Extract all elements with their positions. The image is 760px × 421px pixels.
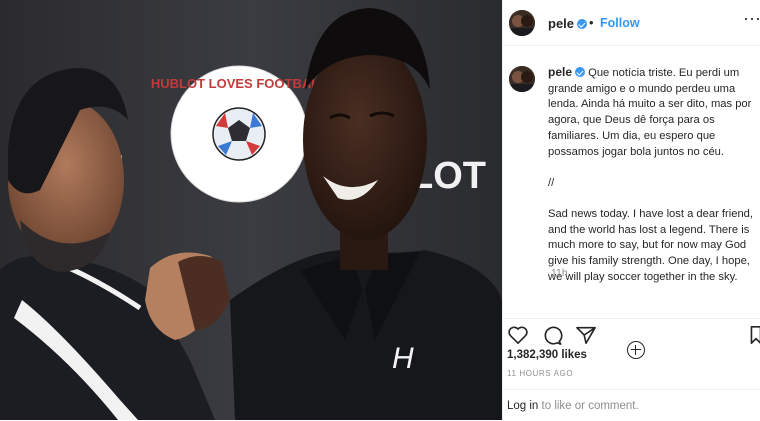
avatar[interactable]: [509, 10, 535, 36]
avatar-image: [509, 10, 535, 36]
banner-logo-text: HUBLOT LOVES FOOTBALL: [151, 76, 327, 91]
likes-count[interactable]: 1,382,390 likes: [507, 349, 587, 361]
login-prompt: Log in to like or comment.: [503, 389, 760, 421]
caption-portuguese: Que notícia triste. Eu perdi um grande a…: [548, 67, 755, 158]
comment-icon[interactable]: [541, 325, 563, 345]
share-icon[interactable]: [575, 325, 597, 345]
caption-separator: //: [548, 177, 555, 190]
post-photo[interactable]: HUBLOT LOVES FOOTBALL LOT T H: [0, 0, 502, 420]
photo-illustration: HUBLOT LOVES FOOTBALL LOT T H: [0, 0, 502, 420]
caption-avatar-image: [509, 66, 535, 92]
verified-badge-icon: [577, 19, 588, 29]
save-bookmark-icon[interactable]: [749, 325, 760, 345]
separator-dot: •: [589, 15, 594, 30]
follow-button[interactable]: Follow: [600, 16, 640, 30]
caption-avatar[interactable]: [509, 66, 535, 92]
login-suffix: to like or comment.: [538, 400, 639, 412]
caption-verified-icon: [575, 67, 586, 77]
ball-icon: [212, 107, 266, 161]
action-bar: 1,382,390 likes 11 HOURS AGO Log in to l…: [503, 318, 760, 420]
caption-area: pele Que notícia triste. Eu perdi um gra…: [503, 46, 760, 359]
shirt-logo: H: [392, 342, 414, 375]
more-options-icon[interactable]: ···: [743, 9, 760, 27]
like-heart-icon[interactable]: [507, 325, 529, 345]
caption-text: pele Que notícia triste. Eu perdi um gra…: [548, 65, 755, 285]
post-panel: pele • Follow ··· pele Que notícia trist…: [502, 0, 760, 420]
post-header: pele • Follow ···: [503, 0, 760, 46]
username[interactable]: pele: [548, 16, 574, 31]
caption-username[interactable]: pele: [548, 65, 572, 79]
login-link[interactable]: Log in: [507, 400, 538, 412]
header-username-wrap[interactable]: pele: [548, 16, 588, 31]
caption-english: Sad news today. I have lost a dear frien…: [548, 207, 757, 283]
posted-timestamp[interactable]: 11 HOURS AGO: [507, 369, 573, 378]
caption-age[interactable]: 11h: [551, 267, 568, 279]
